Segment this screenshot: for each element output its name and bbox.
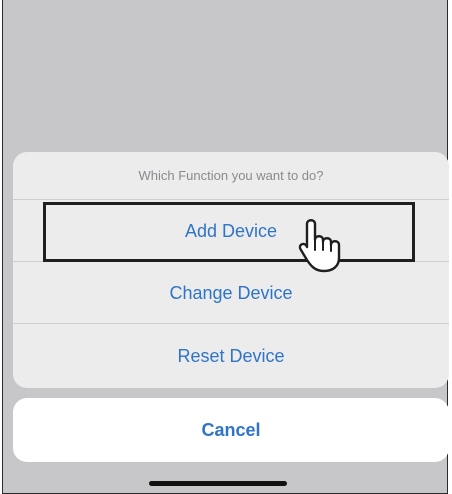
action-sheet-title: Which Function you want to do? — [13, 152, 449, 200]
change-device-button[interactable]: Change Device — [13, 262, 449, 324]
highlight-box — [43, 202, 415, 262]
reset-device-button[interactable]: Reset Device — [13, 324, 449, 388]
home-indicator — [149, 481, 287, 486]
action-sheet: Which Function you want to do? Add Devic… — [13, 152, 449, 388]
screen-overlay: Which Function you want to do? Add Devic… — [2, 0, 449, 494]
hand-pointer-icon — [298, 219, 341, 273]
cancel-button[interactable]: Cancel — [13, 398, 449, 462]
